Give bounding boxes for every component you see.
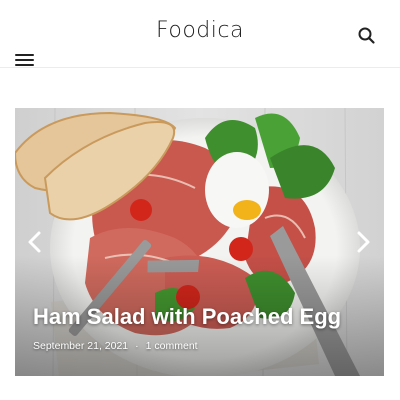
menu-button[interactable] bbox=[12, 51, 38, 69]
slider-prev-button[interactable] bbox=[23, 228, 47, 256]
post-meta: September 21, 2021 · 1 comment bbox=[33, 340, 373, 352]
chevron-left-icon bbox=[28, 231, 41, 253]
chevron-right-icon bbox=[357, 231, 370, 253]
slider-next-button[interactable] bbox=[351, 228, 375, 256]
site-header: Foodica bbox=[0, 0, 400, 68]
meta-separator: · bbox=[135, 340, 139, 352]
search-icon bbox=[358, 27, 375, 44]
hamburger-menu-icon bbox=[15, 54, 34, 56]
hamburger-menu-icon-bar bbox=[15, 59, 34, 61]
search-button[interactable] bbox=[356, 25, 378, 47]
site-logo[interactable]: Foodica bbox=[0, 18, 400, 43]
slide-caption: Ham Salad with Poached Egg September 21,… bbox=[33, 304, 373, 352]
post-title[interactable]: Ham Salad with Poached Egg bbox=[33, 304, 373, 330]
featured-slider[interactable]: Ham Salad with Poached Egg September 21,… bbox=[15, 108, 384, 376]
hamburger-menu-icon-bar bbox=[15, 64, 34, 66]
comments-link[interactable]: 1 comment bbox=[146, 340, 198, 352]
post-date: September 21, 2021 bbox=[33, 340, 129, 352]
